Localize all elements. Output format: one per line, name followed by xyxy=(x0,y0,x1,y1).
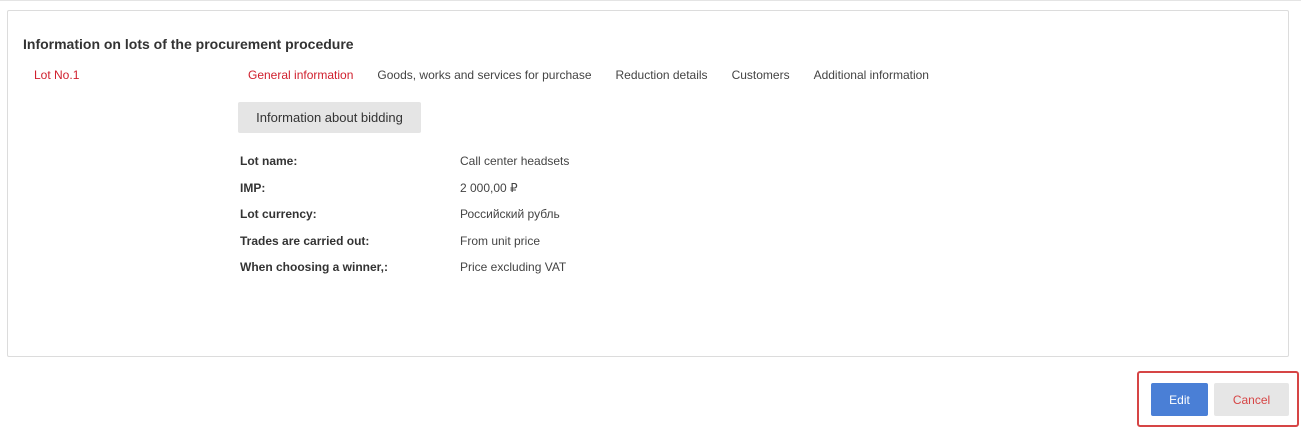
sub-tab-information-about-bidding[interactable]: Information about bidding xyxy=(238,102,421,133)
detail-value: 2 000,00 ₽ xyxy=(460,180,518,195)
detail-value: Call center headsets xyxy=(460,154,570,169)
tab-reduction-details[interactable]: Reduction details xyxy=(616,68,708,82)
detail-value: Российский рубль xyxy=(460,207,560,222)
tab-additional-information[interactable]: Additional information xyxy=(814,68,929,82)
detail-value: From unit price xyxy=(460,233,541,248)
panel-title: Information on lots of the procurement p… xyxy=(23,36,354,52)
top-divider xyxy=(0,0,1301,1)
detail-row-imp: IMP: 2 000,00 ₽ xyxy=(240,175,569,202)
detail-row-lot-name: Lot name: Call center headsets xyxy=(240,148,569,175)
detail-label: Lot currency: xyxy=(240,207,317,222)
detail-label: Trades are carried out: xyxy=(240,233,370,248)
lot-tabs: General information Goods, works and ser… xyxy=(248,68,953,82)
lot-item-1[interactable]: Lot No.1 xyxy=(34,68,79,82)
detail-row-lot-currency: Lot currency: Российский рубль xyxy=(240,201,569,228)
lot-details: Lot name: Call center headsets IMP: 2 00… xyxy=(240,148,569,281)
detail-value: Price excluding VAT xyxy=(460,260,567,275)
tab-goods-works-services[interactable]: Goods, works and services for purchase xyxy=(377,68,591,82)
detail-row-trades-carried-out: Trades are carried out: From unit price xyxy=(240,228,569,255)
detail-row-choosing-winner: When choosing a winner,: Price excluding… xyxy=(240,254,569,281)
tab-customers[interactable]: Customers xyxy=(732,68,790,82)
edit-button[interactable]: Edit xyxy=(1151,383,1208,416)
lots-panel: Information on lots of the procurement p… xyxy=(7,10,1289,357)
detail-label: When choosing a winner,: xyxy=(240,260,389,275)
cancel-button[interactable]: Cancel xyxy=(1214,383,1289,416)
detail-label: IMP: xyxy=(240,180,266,195)
detail-label: Lot name: xyxy=(240,154,298,169)
tab-general-information[interactable]: General information xyxy=(248,68,353,82)
